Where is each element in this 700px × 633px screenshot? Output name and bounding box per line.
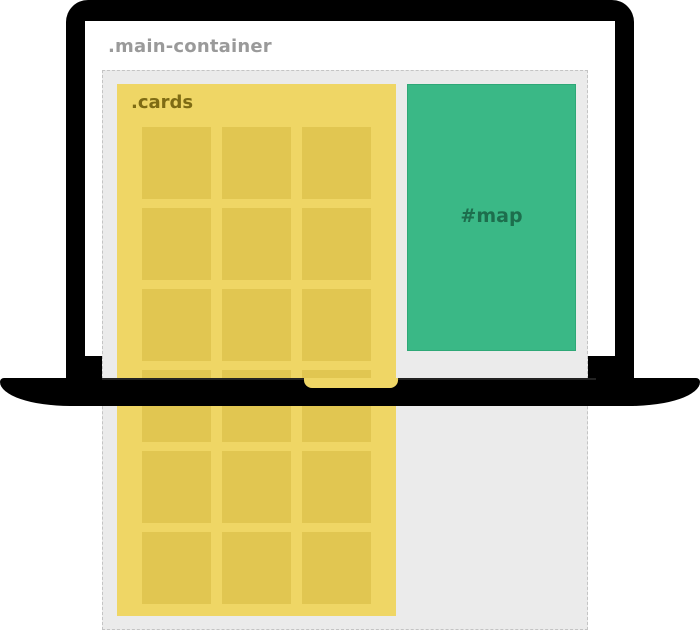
cards-label: .cards — [131, 92, 194, 113]
card-tile — [302, 451, 371, 523]
card-tile — [222, 289, 291, 361]
main-container-label: .main-container — [108, 36, 272, 57]
card-tile — [302, 208, 371, 280]
card-tile — [222, 127, 291, 199]
card-tile — [142, 289, 211, 361]
card-tile — [222, 451, 291, 523]
card-tile — [222, 532, 291, 604]
card-tile — [142, 208, 211, 280]
card-tile — [142, 532, 211, 604]
laptop-layout-diagram: .main-container .cards #map — [0, 0, 700, 633]
card-tile — [302, 289, 371, 361]
card-tile — [302, 127, 371, 199]
card-tile — [222, 208, 291, 280]
map-block: #map — [407, 84, 576, 351]
card-tile — [142, 451, 211, 523]
card-tile — [302, 532, 371, 604]
card-tile — [142, 127, 211, 199]
laptop-notch — [304, 378, 398, 388]
map-label: #map — [460, 204, 523, 227]
